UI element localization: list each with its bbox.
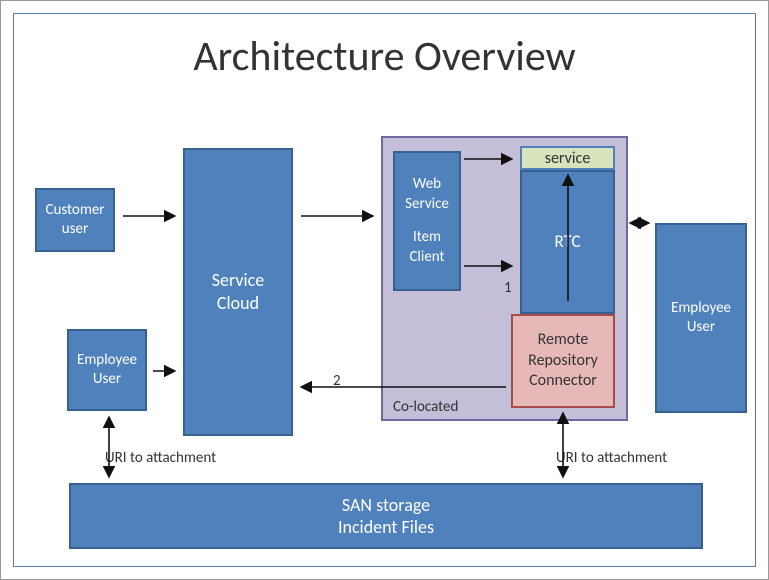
box-service: service (520, 146, 615, 170)
label-colocated: Co-located (393, 398, 458, 416)
slide: Architecture Overview Customer user Empl… (0, 0, 769, 580)
box-employee-user-left: Employee User (67, 329, 147, 411)
diagram-title: Architecture Overview (1, 31, 768, 82)
box-rtc: RTC (520, 170, 615, 314)
label-uri-right: URI to attachment (556, 449, 667, 467)
box-web-service-item-client: Web Service Item Client (393, 151, 461, 291)
label-1: 1 (504, 279, 512, 297)
box-service-cloud: Service Cloud (183, 148, 293, 436)
text-san-storage: SAN storage (342, 494, 430, 517)
box-customer-user: Customer user (35, 188, 115, 252)
box-remote-repository-connector: Remote Repository Connector (511, 314, 615, 408)
box-employee-user-right: Employee User (655, 223, 747, 413)
label-uri-left: URI to attachment (105, 449, 216, 467)
label-2: 2 (333, 372, 341, 390)
text-incident-files: Incident Files (338, 516, 434, 539)
text-item-client: Item Client (399, 228, 455, 267)
text-web-service: Web Service (399, 175, 455, 214)
box-san-storage: SAN storage Incident Files (69, 483, 703, 549)
